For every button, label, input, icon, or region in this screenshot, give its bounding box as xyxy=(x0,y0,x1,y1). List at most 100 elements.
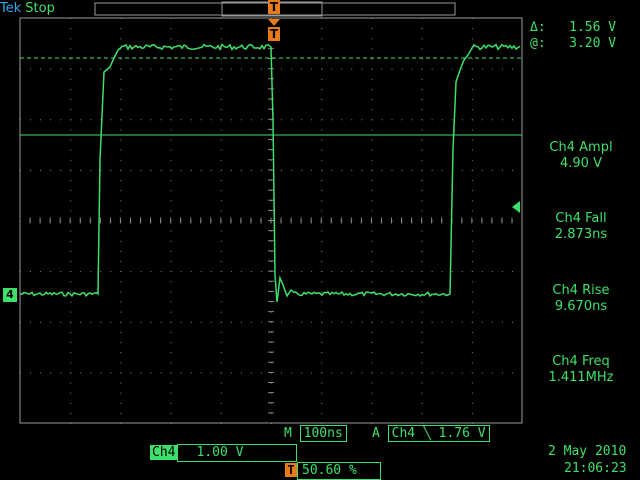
grid-dot xyxy=(281,271,282,273)
grid-dot xyxy=(20,271,21,273)
acquisition-status[interactable]: Stop xyxy=(25,1,55,16)
grid-dot xyxy=(321,271,323,273)
grid-dot xyxy=(471,321,473,323)
grid-dot xyxy=(512,169,513,171)
grid-dot xyxy=(190,119,192,121)
grid-dot xyxy=(321,139,323,141)
cursor-at-readout: @: 3.20 V xyxy=(530,36,616,51)
grid-dot xyxy=(421,281,423,283)
grid-dot xyxy=(301,119,303,121)
measurement-fall[interactable]: Ch4 Fall 2.873ns xyxy=(526,211,636,243)
grid-dot xyxy=(40,169,42,171)
grid-dot xyxy=(371,392,373,394)
grid-dot xyxy=(120,342,122,343)
grid-dot xyxy=(491,271,493,273)
grid-dot xyxy=(120,78,122,80)
grid-dot xyxy=(230,68,232,70)
measurement-rise[interactable]: Ch4 Rise 9.670ns xyxy=(526,283,636,315)
grid-dot xyxy=(311,321,313,323)
grid-dot xyxy=(220,210,222,212)
grid-dot xyxy=(512,271,513,273)
grid-dot xyxy=(501,169,503,171)
grid-dot xyxy=(481,321,483,323)
grid-dot xyxy=(70,38,72,40)
ch4-scale-readout[interactable]: Ch4 1.00 V xyxy=(150,444,298,462)
grid-dot xyxy=(220,412,222,414)
grid-dot xyxy=(421,311,423,313)
grid-dot xyxy=(30,321,31,323)
grid-dot xyxy=(291,169,293,171)
grid-dot xyxy=(130,321,132,323)
grid-dot xyxy=(421,331,423,333)
grid-dot xyxy=(170,230,172,232)
grid-dot xyxy=(150,372,152,374)
grid-dot xyxy=(311,271,313,273)
grid-dot xyxy=(321,200,323,202)
ch4-waveform xyxy=(19,43,521,303)
grid-dot xyxy=(170,382,172,384)
grid-dot xyxy=(421,18,423,19)
grid-dot xyxy=(291,321,293,323)
grid-dot xyxy=(321,180,323,181)
grid-dot xyxy=(321,331,323,333)
grid-dot xyxy=(110,271,112,273)
ch4-ground-marker[interactable]: 4 xyxy=(3,288,17,302)
grid-dot xyxy=(160,321,162,323)
grid-dot xyxy=(421,230,423,232)
trigger-level-arrow-icon[interactable] xyxy=(512,201,520,213)
grid-dot xyxy=(321,321,323,323)
grid-dot xyxy=(331,68,333,70)
timebase-readout[interactable]: M 100ns xyxy=(284,425,347,442)
timebase-prefix: M xyxy=(284,426,292,441)
grid-dot xyxy=(140,321,142,323)
grid-dot xyxy=(120,38,122,40)
falling-edge-icon: ╲ xyxy=(422,426,431,441)
grid-dot xyxy=(220,88,222,90)
grid-dot xyxy=(371,402,373,404)
grid-dot xyxy=(70,18,72,19)
grid-dot xyxy=(371,78,373,80)
grid-dot xyxy=(170,321,172,323)
trigger-position-readout[interactable]: T 50.60 % xyxy=(285,462,381,480)
delta-label: Δ: xyxy=(530,20,546,35)
grid-dot xyxy=(421,159,423,161)
grid-dot xyxy=(381,321,383,323)
grid-dot xyxy=(411,321,413,323)
grid-dot xyxy=(170,281,172,283)
grid-dot xyxy=(371,230,373,232)
grid-dot xyxy=(120,301,122,303)
grid-dot xyxy=(421,362,423,364)
grid-dot xyxy=(140,271,142,273)
grid-dot xyxy=(250,271,252,273)
grid-dot xyxy=(321,291,323,293)
grid-dot xyxy=(391,68,393,70)
grid-dot xyxy=(200,321,202,323)
grid-dot xyxy=(120,190,122,192)
grid-dot xyxy=(90,68,92,70)
grid-dot xyxy=(120,392,122,394)
grid-dot xyxy=(451,321,453,323)
grid-dot xyxy=(110,169,112,171)
grid-dot xyxy=(501,119,503,121)
trigger-position-marker[interactable]: T xyxy=(268,27,280,41)
grid-dot xyxy=(20,68,21,70)
trigger-readout[interactable]: A Ch4 ╲ 1.76 V xyxy=(372,425,490,442)
grid-dot xyxy=(220,392,222,394)
grid-dot xyxy=(170,311,172,313)
grid-dot xyxy=(120,139,122,141)
grid-dot xyxy=(261,321,262,323)
grid-dot xyxy=(180,372,182,374)
grid-dot xyxy=(421,38,423,40)
measurement-freq[interactable]: Ch4 Freq 1.411MHz xyxy=(526,354,636,386)
grid-dot xyxy=(220,18,222,19)
grid-dot xyxy=(150,271,152,273)
grid-dot xyxy=(70,311,72,313)
grid-dot xyxy=(170,301,172,303)
grid-dot xyxy=(471,372,473,374)
delta-value: 1.56 V xyxy=(569,20,617,35)
grid-dot xyxy=(90,372,92,374)
measurement-ampl[interactable]: Ch4 Ampl 4.90 V xyxy=(526,140,636,172)
grid-dot xyxy=(301,271,303,273)
grid-dot xyxy=(120,362,122,364)
grid-dot xyxy=(140,119,142,121)
